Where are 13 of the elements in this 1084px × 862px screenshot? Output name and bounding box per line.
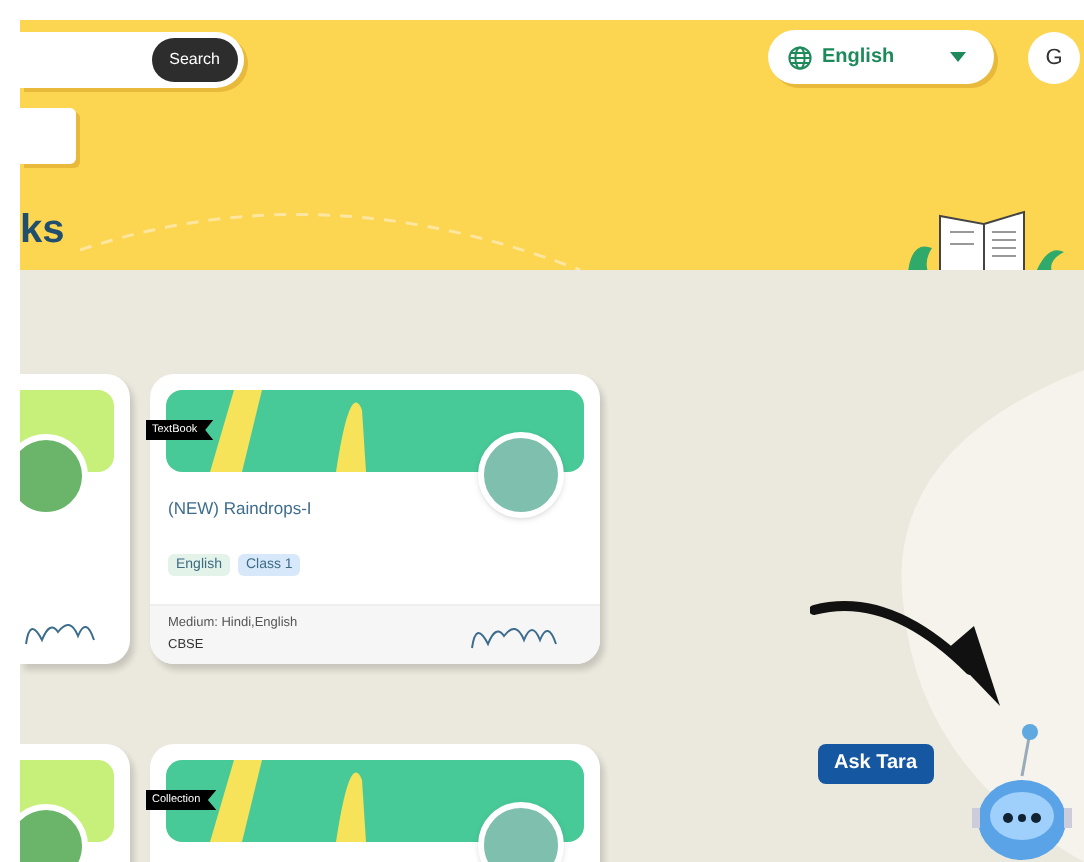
globe-icon: [788, 45, 812, 69]
language-dropdown[interactable]: English: [768, 30, 994, 84]
page-title: ks: [20, 210, 65, 250]
ask-tara-label[interactable]: Ask Tara: [818, 744, 934, 784]
filter-field[interactable]: [20, 108, 76, 164]
avatar[interactable]: G: [1028, 32, 1080, 84]
book-title: (NEW) Raindrops-I: [168, 496, 312, 522]
search-field[interactable]: Search: [20, 32, 244, 88]
caret-icon: [950, 52, 966, 62]
search-button[interactable]: Search: [151, 38, 238, 82]
language-value: English: [822, 44, 897, 72]
book-card[interactable]: [20, 374, 130, 664]
photo-placeholder: [478, 432, 564, 518]
